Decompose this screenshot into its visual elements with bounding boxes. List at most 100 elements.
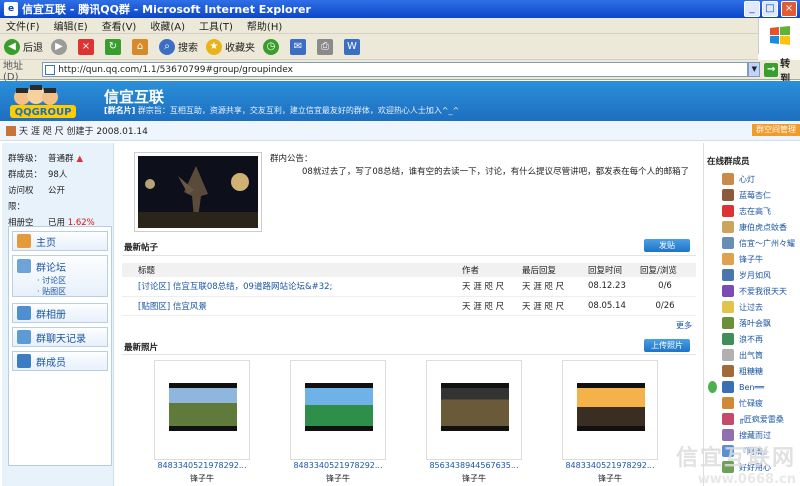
post-author[interactable]: 天 涯 咫 尺	[462, 296, 516, 316]
photo-card[interactable]	[426, 360, 522, 460]
home-icon	[17, 234, 31, 248]
list-item[interactable]: 让过去	[722, 299, 800, 315]
watermark-url: www.0668.cn	[697, 472, 796, 486]
photo-name[interactable]: 848334052197829​2...	[550, 461, 670, 470]
post-title[interactable]: [讨论区] 信宜互联08总结，09道路网站论坛&#32;	[122, 277, 462, 297]
table-row: [贴图区] 信宜风景 天 涯 咫 尺 天 涯 咫 尺 08.05.14 0/26	[122, 296, 696, 316]
photo-uploader[interactable]: 锋子牛	[288, 473, 388, 484]
forward-button[interactable]: ▶	[51, 38, 70, 55]
list-item[interactable]: 康伯虎点蚊香	[722, 219, 800, 235]
upload-photo-button[interactable]: 上传照片	[644, 339, 690, 352]
menu-view[interactable]: 查看(V)	[102, 18, 137, 33]
creator-name[interactable]: 天 涯 咫 尺	[19, 124, 64, 137]
nav-home-label: 主页	[36, 237, 56, 249]
list-item[interactable]: 蓝莓杏仁	[722, 187, 800, 203]
post-stats: 0/6	[634, 277, 696, 297]
list-item[interactable]: 不爱我很天天	[722, 283, 800, 299]
photo-uploader[interactable]: 锋子牛	[560, 473, 660, 484]
favorites-button[interactable]: ★ 收藏夹	[206, 38, 255, 55]
mail-button[interactable]: ✉	[290, 38, 309, 55]
nav-home[interactable]: 主页	[12, 231, 108, 251]
nav-chatlog[interactable]: 群聊天记录	[12, 327, 108, 347]
menu-tools[interactable]: 工具(T)	[199, 18, 233, 33]
browser-toolbar: ◀ 后退 ▶ × ↻ ⌂ ⌕ 搜索 ★ 收藏夹 ◷ ✉ ⎙ W	[0, 34, 758, 60]
latest-posts-title: 最新帖子	[124, 243, 159, 253]
mail-icon: ✉	[290, 38, 306, 55]
list-item[interactable]: 信宜～广州々耀	[722, 235, 800, 251]
menu-edit[interactable]: 编辑(E)	[54, 18, 88, 33]
post-author[interactable]: 天 涯 咫 尺	[462, 277, 516, 297]
photo-card[interactable]	[562, 360, 658, 460]
back-label: 后退	[23, 43, 43, 54]
list-item[interactable]: 浪不再	[722, 331, 800, 347]
close-button[interactable]: ×	[781, 1, 797, 17]
menu-favorites[interactable]: 收藏(A)	[150, 18, 185, 33]
home-button[interactable]: ⌂	[132, 38, 151, 55]
list-item[interactable]: 出气筒	[722, 347, 800, 363]
brief-label: [群名片]	[104, 106, 136, 115]
address-dropdown-button[interactable]: ▼	[748, 62, 761, 77]
minimize-button[interactable]: _	[744, 1, 760, 17]
photo-name[interactable]: 848334052197829​2...	[142, 461, 262, 470]
new-post-button[interactable]: 发贴	[644, 239, 690, 252]
nav-members[interactable]: 群成员	[12, 351, 108, 371]
list-item[interactable]: 粗糖糖	[722, 363, 800, 379]
print-icon: ⎙	[317, 38, 333, 55]
photo-uploader[interactable]: 锋子牛	[152, 473, 252, 484]
post-title[interactable]: [贴图区] 信宜风景	[122, 296, 462, 316]
menu-file[interactable]: 文件(F)	[6, 18, 40, 33]
photo-card[interactable]	[154, 360, 250, 460]
print-button[interactable]: ⎙	[317, 38, 336, 55]
back-button[interactable]: ◀ 后退	[4, 38, 43, 55]
access-label: 访问权限：	[8, 186, 34, 212]
maximize-button[interactable]: □	[762, 1, 778, 17]
go-label: 转到	[780, 58, 791, 85]
page-icon	[45, 64, 56, 75]
member-avatar-icon	[722, 333, 734, 345]
group-banner: QQGROUP 信宜互联 [群名片] 群宗旨：互相互助，资源共享，交友互利，建立…	[0, 81, 800, 121]
photo-card[interactable]	[290, 360, 386, 460]
address-input[interactable]: http://qun.qq.com/1.1/53670799#group/gro…	[42, 62, 749, 77]
nav-forum-label: 群论坛	[36, 263, 66, 274]
list-item[interactable]: 落叶会飘	[722, 315, 800, 331]
menu-help[interactable]: 帮助(H)	[247, 18, 282, 33]
post-last-reply[interactable]: 天 涯 咫 尺	[516, 277, 582, 297]
more-posts-link[interactable]: 更多	[676, 320, 692, 331]
list-item[interactable]: 心灯	[722, 171, 800, 187]
list-item[interactable]: 忙碌疲	[722, 395, 800, 411]
photo-name[interactable]: 856343894456763​5...	[414, 461, 534, 470]
nav-chatlog-label: 群聊天记录	[36, 333, 86, 345]
nav-album[interactable]: 群相册	[12, 303, 108, 323]
photo-name[interactable]: 848334052197829​2...	[278, 461, 398, 470]
member-avatar-icon	[722, 205, 734, 217]
list-item[interactable]: ╓匠疯爱雷桑	[722, 411, 800, 427]
post-stats: 0/26	[634, 296, 696, 316]
stop-button[interactable]: ×	[78, 38, 97, 55]
refresh-button[interactable]: ↻	[105, 38, 124, 55]
go-button[interactable]: → 转到	[764, 55, 800, 85]
group-photo[interactable]	[134, 152, 262, 232]
edit-button[interactable]: W	[344, 38, 363, 55]
list-item[interactable]: 岁月如风	[722, 267, 800, 283]
home-icon: ⌂	[132, 38, 148, 55]
posts-header-row: 标题 作者 最后回复 回复时间 回复/浏览	[122, 263, 696, 277]
members-icon	[17, 354, 31, 368]
history-button[interactable]: ◷	[263, 38, 282, 55]
members-label: 群成员：	[8, 170, 43, 180]
ie-app-icon: e	[4, 2, 18, 16]
nav-forum-pictures[interactable]: · 贴图区	[37, 286, 66, 297]
qq-group-logo: QQGROUP	[10, 85, 76, 118]
nav-album-label: 群相册	[36, 309, 66, 321]
list-item[interactable]: Ben══	[708, 379, 800, 395]
sculpture-night-photo	[138, 156, 258, 228]
forward-arrow-icon: ▶	[51, 38, 67, 55]
creator-avatar	[6, 125, 16, 136]
space-manage-button[interactable]: 群空间管理	[752, 124, 800, 136]
post-last-reply[interactable]: 天 涯 咫 尺	[516, 296, 582, 316]
windows-flag-logo	[758, 18, 800, 54]
photo-uploader[interactable]: 锋子牛	[424, 473, 524, 484]
list-item[interactable]: 志在高飞	[722, 203, 800, 219]
nav-forum-discussion[interactable]: · 讨论区	[37, 275, 66, 286]
list-item[interactable]: 锋子牛	[722, 251, 800, 267]
search-button[interactable]: ⌕ 搜索	[159, 38, 198, 55]
